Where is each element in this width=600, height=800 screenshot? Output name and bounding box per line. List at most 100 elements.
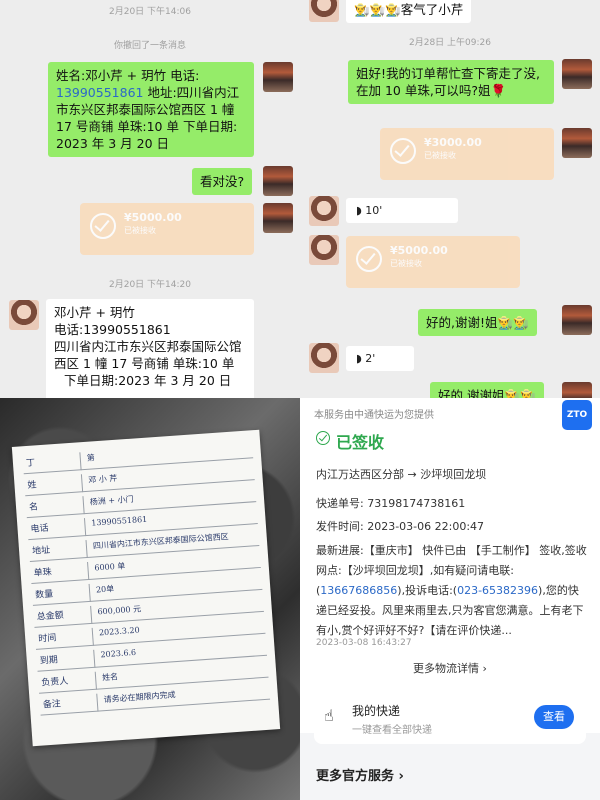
form-label: 单珠	[30, 561, 90, 584]
progress-text: ,如有疑问请电联:	[429, 564, 514, 577]
voice-message[interactable]: ◗ 10'	[346, 198, 458, 223]
form-value: 姓名	[101, 672, 119, 683]
avatar[interactable]	[562, 382, 592, 398]
form-value: 杨洲 + 小门	[89, 494, 134, 507]
avatar[interactable]	[562, 59, 592, 89]
progress-site: 【沙坪坝回龙坝】	[341, 564, 430, 577]
send-time-label: 发件时间:	[316, 520, 364, 533]
avatar[interactable]	[263, 62, 293, 92]
form-label: 备注	[39, 693, 99, 716]
order-name: 姓名:邓小芹 + 玥竹	[56, 68, 167, 83]
more-logistics-link[interactable]: 更多物流详情 ›	[300, 660, 600, 676]
route-to: 沙坪坝回龙坝	[420, 468, 487, 481]
phone-link[interactable]: 13667686856	[320, 584, 397, 597]
thanks-message-bubble[interactable]: 👨‍🌾👨‍🌾👨‍🌾客气了小芹	[346, 0, 472, 23]
bottom-message-bubble[interactable]: 好的,谢谢姐👨‍🌾👨‍🌾	[430, 382, 544, 398]
transfer-status: 已被接收	[424, 151, 456, 160]
form-label: 电话	[27, 518, 87, 541]
tracking-label: 快递单号:	[316, 497, 364, 510]
my-express-card[interactable]: ☝ 我的快递 一键查看全部快递 查看	[314, 690, 586, 744]
timestamp: 2月20日 下午14:20	[109, 280, 191, 290]
chat-panel-left: 2月20日 下午14:06 你撤回了一条消息 姓名:邓小芹 + 玥竹 电话: 1…	[0, 0, 300, 398]
view-button[interactable]: 查看	[534, 705, 574, 729]
form-label: 数量	[31, 583, 91, 606]
message-text: 👨‍🌾👨‍🌾👨‍🌾客气了小芹	[354, 2, 464, 17]
tracking-number[interactable]: 73198174738161	[367, 497, 465, 510]
voice-wave-icon: ◗	[356, 352, 362, 365]
screenshot-collage: 2月20日 下午14:06 你撤回了一条消息 姓名:邓小芹 + 玥竹 电话: 1…	[0, 0, 600, 800]
message-text: 姐好!我的订单帮忙查下寄走了没,在加 10 单珠,可以吗?姐🌹	[356, 66, 540, 98]
reply-message-bubble[interactable]: 邓小芹 + 玥竹 电话:13990551861 四川省内江市东兴区邦泰国际公馆西…	[46, 299, 254, 398]
avatar[interactable]	[562, 305, 592, 335]
delivery-status: 已签收	[336, 433, 385, 452]
avatar[interactable]	[309, 196, 339, 226]
latest-progress: 最新进展:【重庆市】 快件已由 【手工制作】 签收,签收网点:【沙坪坝回龙坝】,…	[316, 544, 587, 637]
recall-notice: 你撤回了一条消息	[113, 41, 186, 51]
avatar[interactable]	[562, 128, 592, 158]
form-value: 2023.3.20	[98, 625, 140, 638]
form-value: 6000 单	[94, 561, 126, 573]
transfer-amount: ¥5000.00	[124, 211, 182, 224]
phone-label: 电话:	[170, 68, 200, 83]
handwritten-form: 丁第 姓邓 小 芹 名杨洲 + 小门 电话 13990551861 地址 四川省内江…	[11, 429, 281, 747]
route-from: 内江万达西区分部	[316, 468, 404, 481]
progress-city: 【重庆市】	[363, 544, 419, 557]
transfer-amount: ¥3000.00	[424, 136, 482, 149]
voice-duration: 2'	[365, 352, 376, 365]
tracking-card: 本服务由中通快运为您提供 ZTO 已签收 内江万达西区分部 → 沙坪坝回龙坝 快…	[300, 398, 600, 733]
transfer-card[interactable]: ¥5000.00 已被接收	[80, 203, 254, 255]
chevron-right-icon: ›	[482, 662, 487, 675]
tracking-number-row: 快递单号: 73198174738161	[316, 495, 465, 511]
transfer-status: 已被接收	[390, 259, 422, 268]
message-text: 好的,谢谢姐👨‍🌾👨‍🌾	[438, 388, 536, 398]
reply-name: 邓小芹 + 玥竹	[54, 305, 135, 320]
progress-tag: 【手工制作】	[469, 544, 536, 557]
zto-logo: ZTO	[562, 400, 592, 430]
voice-duration: 10'	[365, 204, 383, 217]
avatar[interactable]	[263, 166, 293, 196]
avatar[interactable]	[309, 0, 339, 22]
my-express-title: 我的快递	[352, 704, 401, 718]
complaint-phone-link[interactable]: 023-65382396	[457, 584, 538, 597]
voice-message[interactable]: ◗ 2'	[346, 346, 414, 371]
more-services-link[interactable]: 更多官方服务 ›	[316, 765, 404, 784]
order-beads: 单珠:10 单	[117, 119, 179, 134]
photo-panel: 丁第 姓邓 小 芹 名杨洲 + 小门 电话 13990551861 地址 四川省内江…	[0, 398, 300, 800]
chevron-right-icon: ›	[398, 769, 404, 784]
phone-link[interactable]: 13990551861	[56, 85, 143, 100]
form-label: 负责人	[37, 671, 97, 694]
form-value: 邓 小 芹	[88, 473, 118, 485]
form-value: 20单	[95, 584, 115, 595]
message-text: 好的,谢谢!姐👨‍🌾👨‍🌾	[426, 315, 529, 330]
transfer-card[interactable]: ¥5000.00 已被接收	[346, 236, 520, 288]
form-value: 600,000 元	[97, 604, 142, 617]
complaint-label: ,投诉电话:	[401, 584, 453, 597]
timestamp: 2月28日 上午09:26	[409, 38, 491, 48]
route-arrow: →	[407, 468, 417, 481]
reply-date: 下单日期:2023 年 3 月 20 日	[64, 373, 232, 388]
reply-beads: 单珠:10 单	[172, 356, 235, 371]
send-time: 2023-03-06 22:00:47	[367, 520, 485, 533]
timestamp: 2月20日 下午14:06	[109, 7, 191, 17]
phone-label: 电话:	[54, 322, 84, 337]
order-message-bubble[interactable]: 姓名:邓小芹 + 玥竹 电话: 13990551861 地址:四川省内江市东兴区…	[48, 62, 254, 157]
form-value: 2023.6.6	[100, 647, 137, 660]
transfer-status: 已被接收	[124, 226, 156, 235]
form-value: 四川省内江市东兴区邦泰国际公馆西区	[92, 532, 229, 551]
ok-message-bubble[interactable]: 好的,谢谢!姐👨‍🌾👨‍🌾	[418, 309, 537, 336]
form-label: 到期	[36, 649, 96, 672]
form-label: 总金额	[33, 605, 93, 628]
avatar[interactable]	[263, 203, 293, 233]
request-message-bubble[interactable]: 姐好!我的订单帮忙查下寄走了没,在加 10 单珠,可以吗?姐🌹	[348, 60, 554, 104]
reply-phone: 13990551861	[83, 322, 171, 337]
transfer-card[interactable]: ¥3000.00 已被接收	[380, 128, 554, 180]
avatar[interactable]	[309, 235, 339, 265]
avatar[interactable]	[9, 300, 39, 330]
my-express-subtitle: 一键查看全部快递	[352, 725, 432, 736]
form-value: 13990551861	[91, 514, 148, 528]
form-value: 第	[86, 453, 96, 463]
route: 内江万达西区分部 → 沙坪坝回龙坝	[316, 466, 486, 482]
check-message-bubble[interactable]: 看对没?	[192, 168, 253, 195]
avatar[interactable]	[309, 343, 339, 373]
progress-text: 快件已由	[422, 544, 467, 557]
